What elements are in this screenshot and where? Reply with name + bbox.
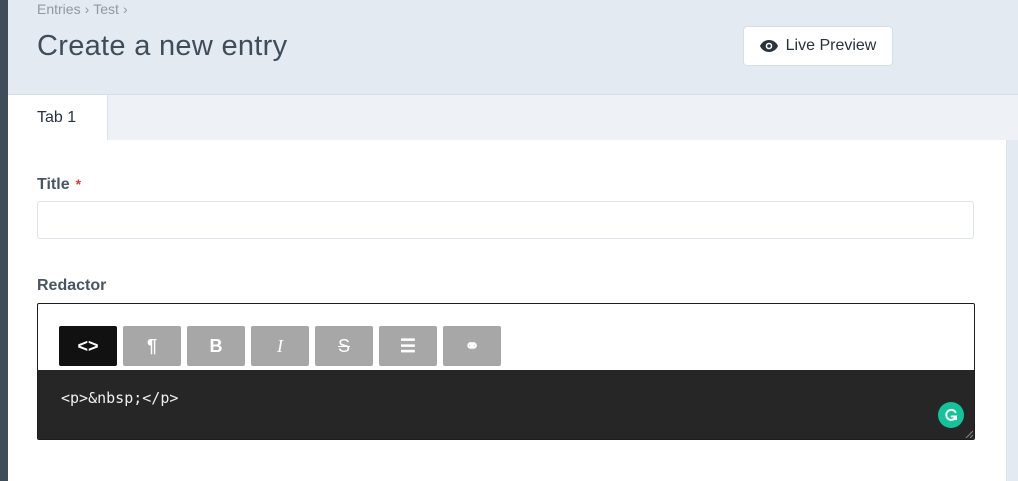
- left-nav-edge: [0, 0, 8, 481]
- breadcrumb-separator: ›: [84, 1, 90, 17]
- link-button[interactable]: ⚭: [443, 326, 501, 366]
- lists-button[interactable]: ☰: [379, 326, 437, 366]
- redactor-field-label: Redactor: [37, 277, 107, 294]
- title-input[interactable]: [37, 201, 974, 239]
- breadcrumb-test[interactable]: Test: [93, 1, 119, 17]
- live-preview-label: Live Preview: [785, 37, 877, 54]
- resize-handle-icon[interactable]: [965, 430, 973, 438]
- entry-form: Title * Redactor <> ¶ B I S ☰ ⚭ <p>&nbsp…: [8, 140, 1007, 481]
- italic-icon: I: [277, 335, 283, 356]
- source-code-text: <p>&nbsp;</p>: [61, 389, 179, 407]
- list-icon: ☰: [399, 335, 417, 356]
- page-header: Entries › Test › Create a new entry Live Pr…: [8, 0, 1018, 95]
- grammarly-icon[interactable]: [938, 402, 964, 428]
- tabs-bar: Tab 1: [8, 95, 1018, 140]
- italic-button[interactable]: I: [251, 326, 309, 366]
- html-source-area[interactable]: <p>&nbsp;</p>: [38, 370, 974, 439]
- breadcrumb: Entries › Test ›: [37, 1, 132, 17]
- title-label-text: Title: [37, 176, 70, 193]
- html-source-button[interactable]: <>: [59, 326, 117, 366]
- bold-icon: B: [209, 335, 223, 356]
- grammarly-g-icon: [945, 408, 958, 421]
- format-button[interactable]: ¶: [123, 326, 181, 366]
- breadcrumb-entries[interactable]: Entries: [37, 1, 81, 17]
- breadcrumb-separator: ›: [122, 1, 128, 17]
- title-field-label: Title *: [37, 176, 81, 194]
- tab-1[interactable]: Tab 1: [8, 95, 108, 140]
- paragraph-icon: ¶: [146, 335, 157, 356]
- live-preview-button[interactable]: Live Preview: [744, 27, 892, 65]
- page-title: Create a new entry: [37, 30, 288, 62]
- strikethrough-button[interactable]: S: [315, 326, 373, 366]
- link-icon: ⚭: [464, 335, 480, 356]
- required-indicator: *: [75, 176, 82, 192]
- eye-icon: [759, 40, 778, 52]
- strikethrough-icon: S: [337, 335, 350, 356]
- code-icon: <>: [77, 335, 99, 356]
- redactor-toolbar: <> ¶ B I S ☰ ⚭: [59, 326, 501, 366]
- redactor-editor[interactable]: <> ¶ B I S ☰ ⚭ <p>&nbsp;</p>: [37, 303, 975, 440]
- bold-button[interactable]: B: [187, 326, 245, 366]
